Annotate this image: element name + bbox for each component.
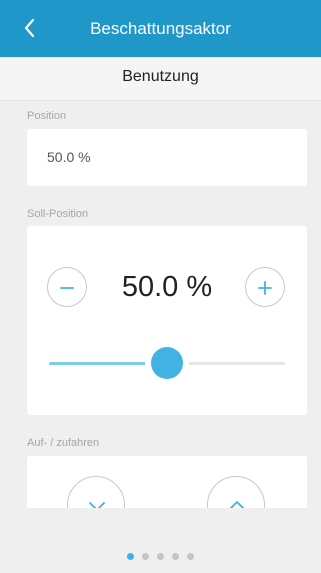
soll-position-card: 50.0 % (27, 226, 307, 415)
subheader: Benutzung (0, 57, 321, 101)
position-card: 50.0 % (27, 129, 307, 186)
move-down-button[interactable] (67, 476, 125, 508)
page-indicator (0, 553, 321, 561)
slider-fill (49, 362, 167, 365)
increase-button[interactable] (245, 267, 285, 307)
auf-zufahren-card (27, 456, 307, 508)
plus-icon (258, 281, 272, 295)
position-value: 50.0 % (47, 149, 91, 165)
soll-position-value: 50.0 % (121, 271, 213, 303)
section-title: Benutzung (122, 68, 199, 85)
app-header: Beschattungsaktor (0, 0, 321, 57)
slider-thumb[interactable] (151, 347, 183, 379)
chevron-down-icon (89, 502, 105, 508)
decrease-button[interactable] (47, 267, 87, 307)
page-dot-3[interactable] (157, 553, 164, 560)
page-dot-1[interactable] (127, 553, 134, 560)
move-up-button[interactable] (207, 476, 265, 508)
page-dot-5[interactable] (187, 553, 194, 560)
auf-zufahren-label: Auf- / zufahren (27, 437, 100, 449)
page-dot-2[interactable] (142, 553, 149, 560)
footer (0, 508, 321, 573)
position-label: Position (27, 110, 67, 122)
soll-position-label: Soll-Position (27, 208, 89, 220)
minus-icon (60, 287, 74, 289)
page-title: Beschattungsaktor (90, 19, 231, 38)
page-dot-4[interactable] (172, 553, 179, 560)
chevron-up-icon (229, 501, 245, 508)
